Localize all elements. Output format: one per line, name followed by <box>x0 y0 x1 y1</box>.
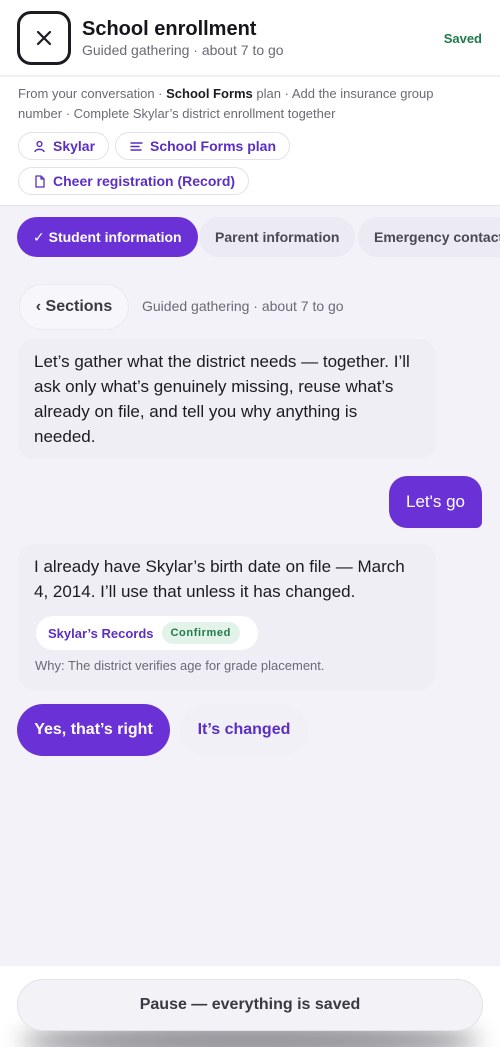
confirm-button[interactable]: Yes, that’s right <box>17 704 170 756</box>
context-prefix: From your conversation · <box>18 86 167 101</box>
tab-student-information[interactable]: ✓ Student information <box>17 217 198 257</box>
pause-button[interactable]: Pause — everything is saved <box>17 979 483 1031</box>
section-tabs: ✓ Student information Parent information… <box>0 217 500 257</box>
chip-label: Skylar <box>53 138 96 154</box>
tab-emergency-contacts[interactable]: Emergency contacts <box>358 217 500 257</box>
context-panel: From your conversation · School Forms pl… <box>0 77 500 206</box>
why-explanation: Why: The district verifies age for grade… <box>35 658 325 673</box>
list-icon <box>130 141 143 151</box>
status-badge: Confirmed <box>161 622 240 644</box>
tab-parent-information[interactable]: Parent information <box>199 217 356 257</box>
record-source-pill[interactable]: Skylar’s Records Confirmed <box>36 616 258 650</box>
birthdate-text: I already have Skylar’s birth date on fi… <box>34 557 405 601</box>
footer: Pause — everything is saved <box>0 966 500 1047</box>
close-icon <box>36 30 52 46</box>
page-subtitle: Guided gathering · about 7 to go <box>82 42 284 58</box>
user-message: Let's go <box>389 476 482 528</box>
context-plan-name: School Forms <box>166 86 253 101</box>
sections-meta: Guided gathering · about 7 to go <box>142 298 344 314</box>
chip-label: School Forms plan <box>150 138 277 154</box>
chip-label: Cheer registration (Record) <box>53 173 236 189</box>
person-icon <box>34 140 45 152</box>
chip-school-forms-plan[interactable]: School Forms plan <box>115 132 291 160</box>
chip-skylar[interactable]: Skylar <box>18 132 110 160</box>
record-source-label: Skylar’s Records <box>48 625 154 641</box>
page-title: School enrollment <box>82 18 257 40</box>
app-header: School enrollment Guided gathering · abo… <box>0 0 500 76</box>
document-icon <box>35 174 45 188</box>
assistant-message-intro: Let’s gather what the district needs — t… <box>18 339 436 459</box>
chip-cheer-registration[interactable]: Cheer registration (Record) <box>18 167 250 195</box>
close-button[interactable] <box>17 11 71 65</box>
sections-button[interactable]: ‹ Sections <box>19 284 129 330</box>
context-description: From your conversation · School Forms pl… <box>18 84 458 124</box>
save-status: Saved <box>443 31 482 46</box>
changed-button[interactable]: It’s changed <box>180 704 308 756</box>
